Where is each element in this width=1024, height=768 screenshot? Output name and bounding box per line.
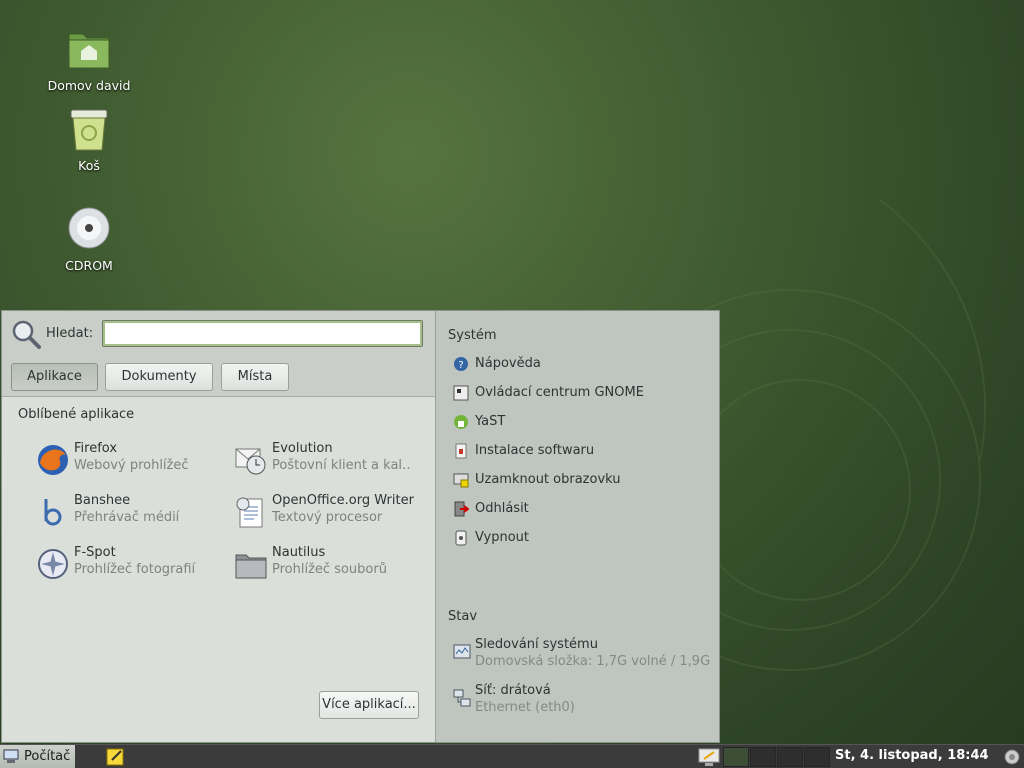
system-item-label: Instalace softwaru bbox=[475, 443, 595, 458]
app-name: Firefox bbox=[74, 441, 118, 456]
app-description: Poštovní klient a kal… bbox=[272, 458, 412, 473]
home-folder-icon bbox=[68, 33, 110, 69]
app-description: Přehrávač médií bbox=[74, 510, 180, 525]
trash-icon bbox=[70, 109, 108, 151]
show-desktop-icon[interactable] bbox=[1004, 749, 1020, 765]
app-firefox[interactable]: Firefox Webový prohlížeč bbox=[36, 441, 236, 481]
app-banshee[interactable]: Banshee Přehrávač médií bbox=[36, 493, 236, 533]
control-center-icon bbox=[453, 385, 469, 401]
menu-header: Hledat: Aplikace Dokumenty Místa bbox=[2, 311, 435, 397]
status-item-network[interactable]: Síť: drátová Ethernet (eth0) bbox=[453, 683, 715, 723]
system-item-label: YaST bbox=[475, 414, 506, 429]
search-label: Hledat: bbox=[46, 326, 94, 341]
app-description: Prohlížeč fotografií bbox=[74, 562, 196, 577]
app-nautilus[interactable]: Nautilus Prohlížeč souborů bbox=[234, 545, 434, 585]
more-applications-button[interactable]: Více aplikací... bbox=[319, 691, 419, 719]
tab-places[interactable]: Místa bbox=[221, 363, 289, 391]
install-software-icon bbox=[455, 443, 467, 459]
shutdown-icon bbox=[455, 530, 467, 546]
nautilus-icon bbox=[235, 554, 267, 579]
evolution-icon bbox=[235, 448, 266, 475]
desktop-icon-trash[interactable]: Koš bbox=[39, 106, 139, 173]
workspace-1[interactable] bbox=[723, 747, 749, 767]
app-name: F-Spot bbox=[74, 545, 116, 560]
fspot-icon bbox=[38, 549, 68, 579]
workspace-3[interactable] bbox=[777, 747, 803, 767]
app-name: Nautilus bbox=[272, 545, 326, 560]
tab-documents[interactable]: Dokumenty bbox=[105, 363, 213, 391]
computer-icon bbox=[3, 749, 19, 763]
app-name: Banshee bbox=[74, 493, 131, 508]
computer-menu-label: Počítač bbox=[24, 749, 71, 764]
yast-icon bbox=[454, 415, 468, 429]
svg-text:?: ? bbox=[458, 360, 463, 371]
system-item-label: Odhlásit bbox=[475, 501, 529, 516]
clock[interactable]: St, 4. listopad, 18:44 bbox=[835, 748, 989, 763]
app-name: Evolution bbox=[272, 441, 333, 456]
start-menu: Hledat: Aplikace Dokumenty Místa Oblíben… bbox=[1, 310, 720, 743]
desktop-icon-home[interactable]: Domov david bbox=[39, 26, 139, 93]
status-item-label: Sledování systému bbox=[475, 637, 598, 652]
system-item-label: Vypnout bbox=[475, 530, 530, 545]
favorites-title: Oblíbené aplikace bbox=[18, 407, 135, 422]
desktop-icon-cdrom[interactable]: CDROM bbox=[39, 206, 139, 273]
system-monitor-icon bbox=[453, 644, 471, 659]
tab-applications[interactable]: Aplikace bbox=[11, 363, 98, 391]
status-item-sub: Ethernet (eth0) bbox=[475, 700, 575, 715]
logout-icon bbox=[454, 501, 469, 517]
app-description: Webový prohlížeč bbox=[74, 458, 189, 473]
app-openoffice-writer[interactable]: OpenOffice.org Writer Textový procesor bbox=[234, 493, 434, 533]
app-fspot[interactable]: F-Spot Prohlížeč fotografií bbox=[36, 545, 236, 585]
status-item-sub: Domovská složka: 1,7G volné / 1,9G bbox=[475, 654, 711, 669]
app-description: Textový procesor bbox=[272, 510, 383, 525]
bottom-panel: Počítač St, 4. listopad, 18:44 bbox=[0, 744, 1024, 768]
desktop-icon-label: Domov david bbox=[47, 78, 131, 93]
lock-screen-icon bbox=[453, 473, 469, 488]
status-section-title: Stav bbox=[448, 609, 478, 624]
desktop-icon-label: Koš bbox=[78, 158, 100, 173]
system-section-title: Systém bbox=[448, 328, 497, 343]
writer-icon bbox=[236, 497, 263, 528]
network-icon bbox=[453, 689, 471, 707]
system-item-label: Nápověda bbox=[475, 356, 541, 371]
menu-left-pane: Hledat: Aplikace Dokumenty Místa Oblíben… bbox=[2, 311, 436, 742]
display-settings-icon[interactable] bbox=[698, 747, 720, 767]
workspace-4[interactable] bbox=[804, 747, 830, 767]
cdrom-icon bbox=[68, 207, 110, 249]
sticky-notes-icon[interactable] bbox=[106, 747, 126, 766]
app-name: OpenOffice.org Writer bbox=[272, 493, 414, 508]
status-item-system-monitor[interactable]: Sledování systému Domovská složka: 1,7G … bbox=[453, 637, 715, 677]
computer-menu-button[interactable]: Počítač bbox=[0, 745, 75, 768]
workspace-2[interactable] bbox=[750, 747, 776, 767]
status-item-label: Síť: drátová bbox=[475, 683, 551, 698]
app-evolution[interactable]: Evolution Poštovní klient a kal… bbox=[234, 441, 434, 481]
system-item-label: Ovládací centrum GNOME bbox=[475, 385, 644, 400]
search-input[interactable] bbox=[102, 320, 423, 347]
firefox-icon bbox=[38, 445, 68, 475]
search-icon bbox=[12, 320, 41, 349]
system-item-label: Uzamknout obrazovku bbox=[475, 472, 621, 487]
menu-right-pane: Systém ? Nápověda Ovládací centrum GNOME… bbox=[437, 311, 719, 742]
desktop-icon-label: CDROM bbox=[65, 258, 113, 273]
help-icon: ? bbox=[454, 357, 468, 371]
banshee-icon bbox=[44, 499, 62, 526]
app-description: Prohlížeč souborů bbox=[272, 562, 387, 577]
